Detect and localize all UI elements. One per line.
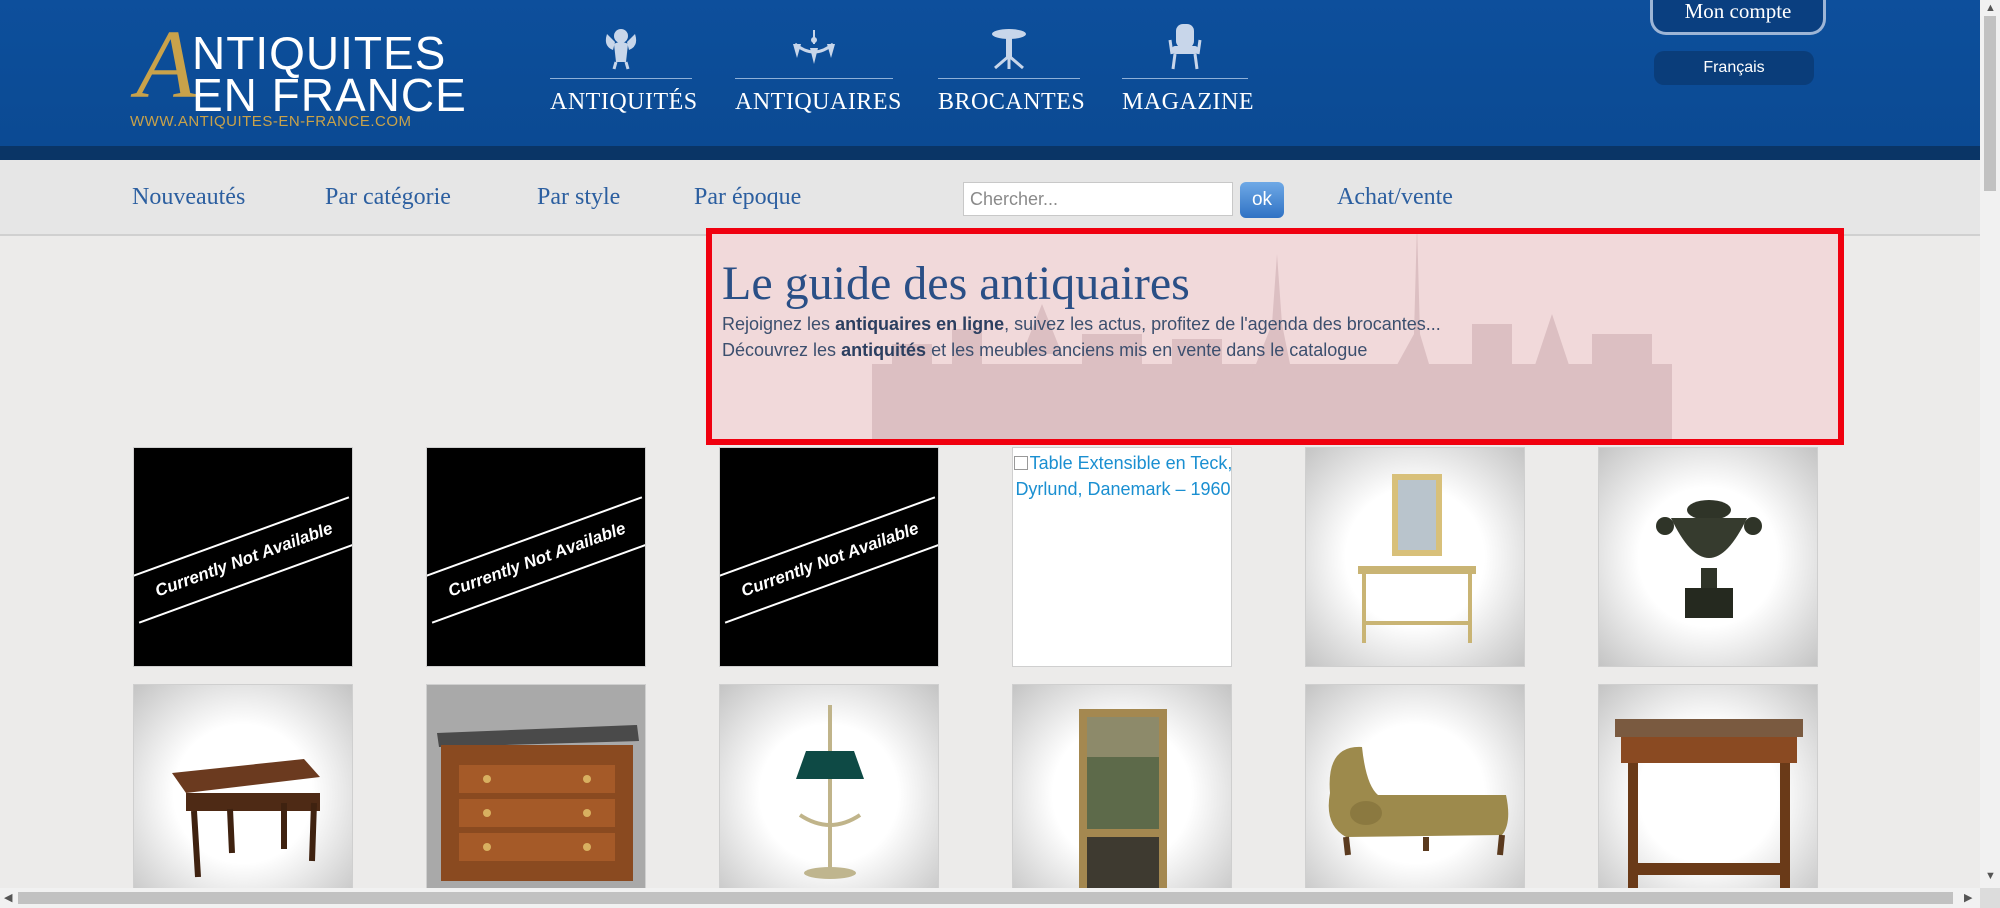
scroll-left-icon[interactable]: ◀ (4, 891, 12, 904)
antiquaires-en-ligne-link[interactable]: antiquaires en ligne (835, 314, 1004, 334)
product-tile-unavailable[interactable]: Currently Not Available (719, 447, 939, 667)
subnav-achat-vente[interactable]: Achat/vente (1337, 184, 1453, 211)
scroll-down-icon[interactable]: ▼ (1985, 870, 1996, 882)
product-tile[interactable] (1598, 447, 1818, 667)
subnav-par-epoque[interactable]: Par époque (694, 184, 801, 211)
product-tile[interactable] (133, 684, 353, 904)
header-stripe (0, 146, 1980, 160)
subnav-par-style[interactable]: Par style (537, 184, 620, 211)
product-tile[interactable] (426, 684, 646, 904)
not-available-label: Currently Not Available (427, 496, 645, 624)
not-available-label: Currently Not Available (134, 496, 352, 624)
site-header: A NTIQUITES EN FRANCE WWW.ANTIQUITES-EN-… (0, 0, 1980, 146)
logo-line-2: EN FRANCE (192, 69, 467, 121)
broken-image-icon (1013, 456, 1028, 470)
nav-label: ANTIQUAIRES (735, 89, 902, 115)
scroll-right-icon[interactable]: ▶ (1964, 891, 1972, 904)
search-input[interactable] (963, 182, 1233, 216)
horizontal-scroll-thumb[interactable] (18, 892, 1953, 904)
logo-big-letter: A (136, 11, 196, 119)
product-tile[interactable] (1012, 684, 1232, 904)
subnav-nouveautes[interactable]: Nouveautés (132, 184, 245, 211)
product-tile[interactable] (1305, 684, 1525, 904)
product-tile[interactable] (719, 684, 939, 904)
nav-antiquites[interactable]: ANTIQUITÉS (550, 22, 698, 116)
urn-icon (1656, 500, 1762, 618)
nav-magazine[interactable]: MAGAZINE (1122, 22, 1254, 116)
vertical-scroll-thumb[interactable] (1984, 16, 1996, 191)
subnav-par-categorie[interactable]: Par catégorie (325, 184, 451, 211)
product-tile[interactable] (1598, 684, 1818, 904)
product-tile-unavailable[interactable]: Currently Not Available (133, 447, 353, 667)
side-table-icon (172, 759, 320, 878)
framed-painting-icon (1079, 709, 1167, 901)
product-tile[interactable] (1305, 447, 1525, 667)
horizontal-scrollbar[interactable]: ◀ ▶ (0, 888, 1980, 908)
site-logo[interactable]: A NTIQUITES EN FRANCE WWW.ANTIQUITES-EN-… (128, 16, 466, 132)
hero-title: Le guide des antiquaires (722, 257, 1190, 310)
search-ok-button[interactable]: ok (1240, 182, 1284, 218)
hero-banner: Le guide des antiquaires Rejoignez les a… (706, 228, 1844, 445)
scrollbar-corner (1980, 888, 2000, 908)
product-tile-broken-image[interactable]: Table Extensible en Teck, Dyrlund, Danem… (1012, 447, 1232, 667)
not-available-label: Currently Not Available (720, 496, 938, 624)
bouillotte-lamp-icon (796, 705, 864, 879)
nav-antiquaires[interactable]: ANTIQUAIRES (735, 22, 902, 116)
chandelier-icon (735, 22, 893, 70)
nav-label: BROCANTES (938, 89, 1086, 115)
vertical-scrollbar[interactable]: ▲ ▼ (1980, 0, 2000, 888)
chaise-longue-icon (1328, 746, 1509, 856)
hero-text-line-1: Rejoignez les antiquaires en ligne, suiv… (722, 314, 1441, 334)
secondary-nav: Nouveautés Par catégorie Par style Par é… (0, 160, 1980, 236)
logo-url: WWW.ANTIQUITES-EN-FRANCE.COM (130, 113, 412, 130)
pedestal-table-icon (938, 22, 1080, 70)
language-selector[interactable]: Français (1654, 51, 1814, 85)
commode-icon (437, 725, 639, 881)
product-tile-unavailable[interactable]: Currently Not Available (426, 447, 646, 667)
scroll-up-icon[interactable]: ▲ (1985, 2, 1996, 14)
cherub-icon (550, 22, 692, 70)
nav-label: MAGAZINE (1122, 89, 1254, 115)
my-account-tab[interactable]: Mon compte (1650, 0, 1826, 35)
image-alt-text[interactable]: Table Extensible en Teck, Dyrlund, Danem… (1013, 448, 1231, 502)
mirror-console-icon (1358, 474, 1476, 643)
nav-label: ANTIQUITÉS (550, 89, 698, 115)
console-table-icon (1615, 719, 1803, 895)
hero-text-line-2: Découvrez les antiquités et les meubles … (722, 340, 1368, 360)
antiquites-link[interactable]: antiquités (841, 340, 926, 360)
nav-brocantes[interactable]: BROCANTES (938, 22, 1086, 116)
armchair-icon (1122, 22, 1248, 70)
